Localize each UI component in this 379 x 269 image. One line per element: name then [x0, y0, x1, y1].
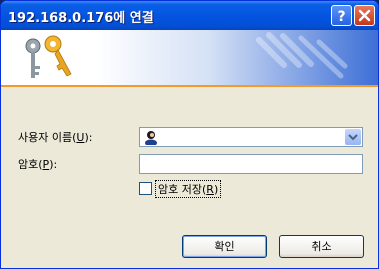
banner-graphic — [25, 32, 348, 79]
keys-icon — [25, 35, 72, 78]
username-combobox[interactable] — [139, 127, 363, 147]
close-icon — [358, 9, 371, 22]
password-label: 암호(P): — [18, 158, 58, 171]
combobox-dropdown-button[interactable] — [345, 129, 361, 145]
help-icon: ? — [337, 9, 345, 25]
login-dialog: 192.168.0.176에 연결 ? 사용자 이름(U): 암호(P): 암호… — [0, 0, 379, 269]
save-password-label[interactable]: 암호 저장(R) — [154, 180, 222, 198]
ok-button[interactable]: 확인 — [182, 235, 267, 258]
title-bar[interactable]: 192.168.0.176에 연결 ? — [1, 1, 378, 30]
username-label: 사용자 이름(U): — [18, 131, 93, 144]
banner — [1, 30, 378, 87]
help-button[interactable]: ? — [331, 5, 352, 26]
chevron-down-icon — [348, 134, 358, 141]
user-icon — [145, 131, 157, 145]
window-title: 192.168.0.176에 연결 — [8, 11, 154, 26]
close-button[interactable] — [354, 5, 375, 26]
save-password-checkbox[interactable] — [139, 182, 152, 195]
cancel-button[interactable]: 취소 — [279, 235, 364, 258]
password-field[interactable] — [139, 154, 363, 174]
svg-text:?: ? — [337, 9, 345, 25]
banner-watermark-keys — [256, 32, 348, 79]
